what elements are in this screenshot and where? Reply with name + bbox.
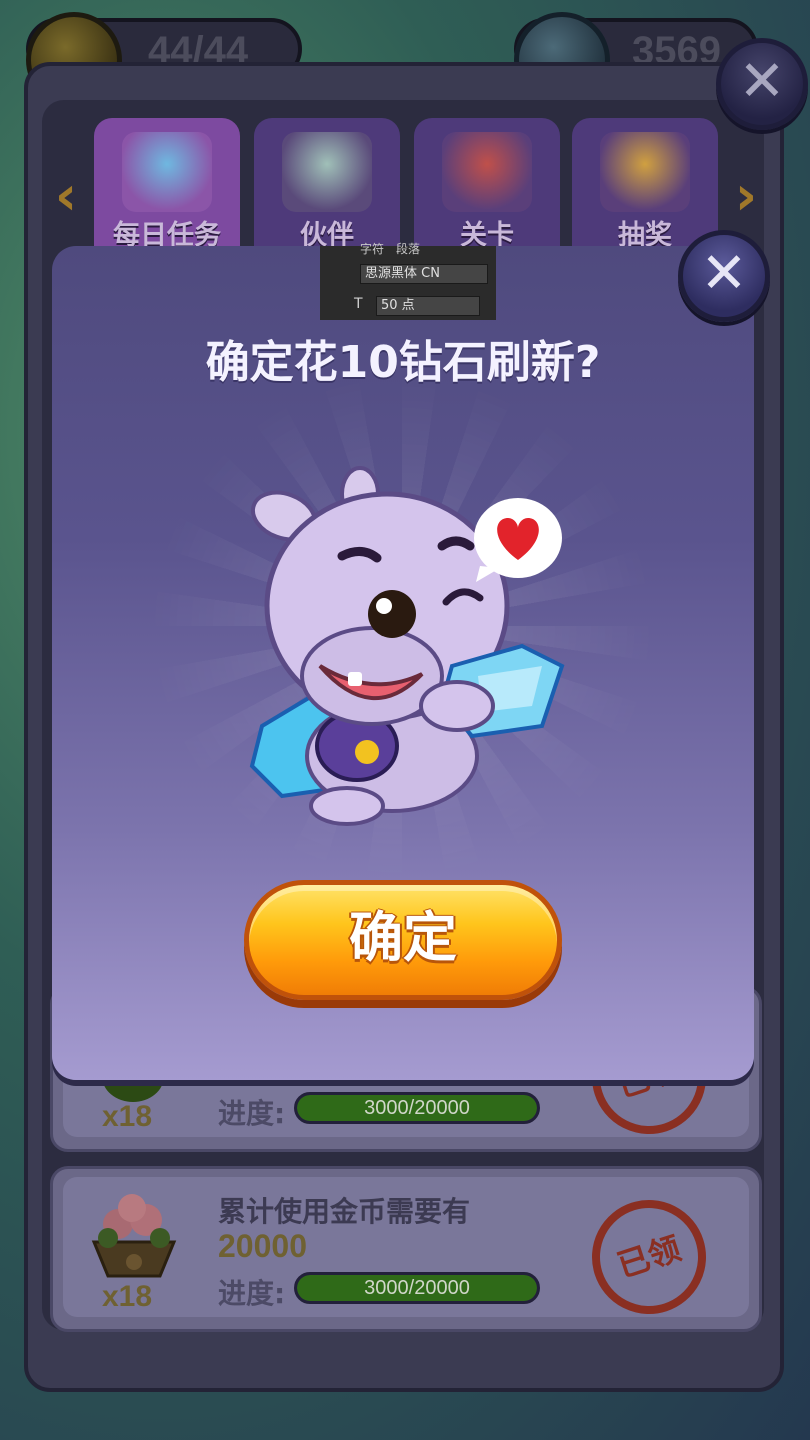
tab-daily-tasks[interactable]: 每日任务 <box>94 118 240 251</box>
font-size-select[interactable]: 50 点 <box>376 296 480 316</box>
font-family-value: 思源黑体 CN <box>365 266 440 281</box>
reward-count: x18 <box>102 1100 153 1133</box>
progress-text: 3000/20000 <box>364 1277 470 1299</box>
tab-lottery[interactable]: 抽奖 <box>572 118 718 251</box>
character-panel: 字符 段落 思源黑体 CN T 50 点 <box>320 242 496 320</box>
dialog-title: 确定花10钻石刷新? <box>205 337 601 388</box>
progress-label: 进度: <box>218 1277 286 1310</box>
progress-text: 3000/20000 <box>364 1097 470 1119</box>
gift-box-icon <box>122 132 212 212</box>
reward-count: x18 <box>102 1280 153 1313</box>
tab-next-arrow-icon[interactable]: › <box>726 166 766 226</box>
tab-partners[interactable]: 伙伴 <box>254 118 400 251</box>
tab-prev-arrow-icon[interactable]: ‹ <box>46 166 86 226</box>
progress-bar: 3000/20000 <box>294 1092 540 1124</box>
candy-gift-icon <box>282 132 372 212</box>
panel-tab-character[interactable]: 字符 <box>360 240 384 257</box>
confirm-button[interactable]: 确定 <box>244 880 562 1000</box>
tab-levels[interactable]: 关卡 <box>414 118 560 251</box>
task-title: 累计使用金币需要有 <box>218 1195 471 1228</box>
progress-label: 进度: <box>218 1097 286 1130</box>
dialog-close-button[interactable]: ✕ <box>678 230 770 322</box>
rocket-icon <box>442 132 532 212</box>
panel-tab-paragraph[interactable]: 段落 <box>396 240 420 257</box>
font-family-select[interactable]: 思源黑体 CN <box>360 264 488 284</box>
peach-basket-icon <box>88 1190 180 1280</box>
heart-bubble-icon <box>474 498 562 582</box>
money-bag-icon <box>600 132 690 212</box>
font-size-icon: T <box>354 296 363 312</box>
task-target: 20000 <box>218 1228 307 1264</box>
font-size-value: 50 点 <box>381 298 415 313</box>
progress-bar: 3000/20000 <box>294 1272 540 1304</box>
panel-close-button[interactable]: ✕ <box>716 38 808 130</box>
